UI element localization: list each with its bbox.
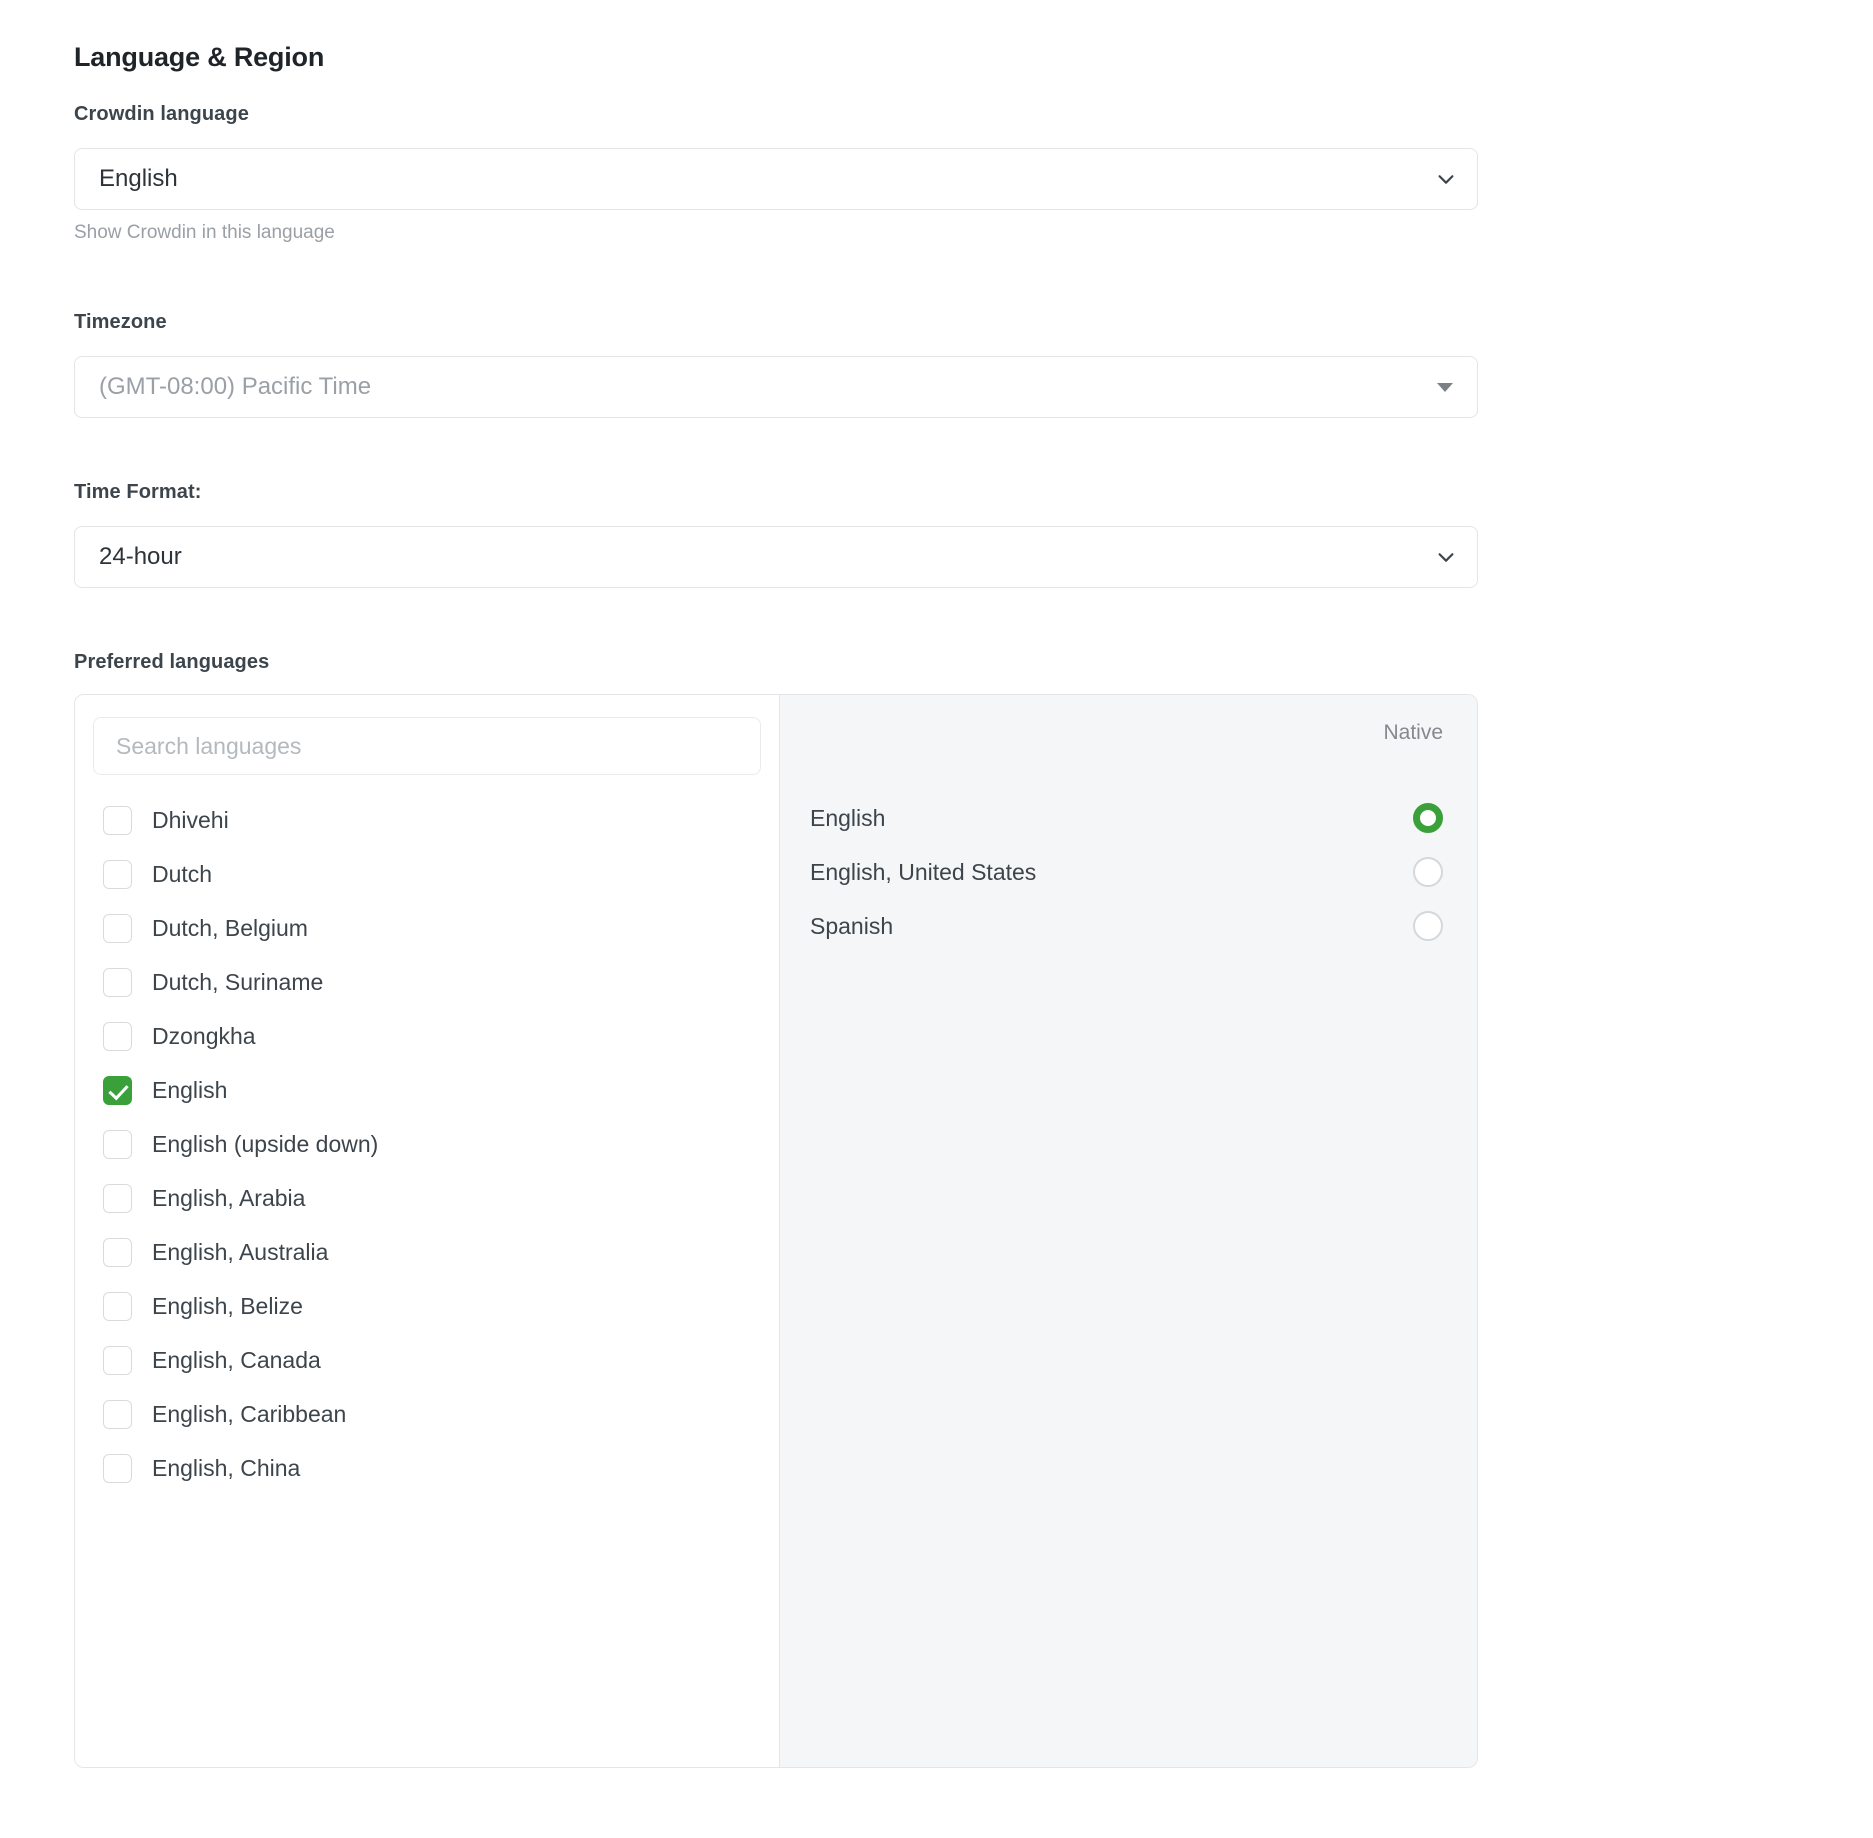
language-name: English (upside down) xyxy=(152,1131,378,1158)
language-checkbox-row[interactable]: Dutch, Belgium xyxy=(103,901,779,955)
language-name: Dzongkha xyxy=(152,1023,256,1050)
checkbox-icon[interactable] xyxy=(103,968,132,997)
radio-selected-icon[interactable] xyxy=(1413,803,1443,833)
time-format-label: Time Format: xyxy=(74,481,202,504)
checkbox-icon[interactable] xyxy=(103,1292,132,1321)
language-name: Dutch, Belgium xyxy=(152,915,308,942)
preferred-languages-picker: Dhivehi Dutch Dutch, Belgium Dutch, Surinam… xyxy=(74,694,1478,1768)
available-languages-panel: Dhivehi Dutch Dutch, Belgium Dutch, Surinam… xyxy=(75,695,779,1767)
language-checkbox-row[interactable]: English (upside down) xyxy=(103,1117,779,1171)
chevron-down-icon xyxy=(1435,546,1457,568)
language-name: Dutch, Suriname xyxy=(152,969,323,996)
radio-icon[interactable] xyxy=(1413,857,1443,887)
selected-language-row[interactable]: Spanish xyxy=(780,899,1477,953)
checkbox-checked-icon[interactable] xyxy=(103,1076,132,1105)
language-name: English, Arabia xyxy=(152,1185,305,1212)
timezone-select[interactable]: (GMT-08:00) Pacific Time xyxy=(74,356,1478,418)
timezone-value: (GMT-08:00) Pacific Time xyxy=(99,373,1437,401)
checkbox-icon[interactable] xyxy=(103,914,132,943)
language-checkbox-row[interactable]: English, Arabia xyxy=(103,1171,779,1225)
checkbox-icon[interactable] xyxy=(103,1238,132,1267)
language-name: English, Belize xyxy=(152,1293,303,1320)
checkbox-icon[interactable] xyxy=(103,1184,132,1213)
language-checkbox-row[interactable]: English, Australia xyxy=(103,1225,779,1279)
crowdin-language-select[interactable]: English xyxy=(74,148,1478,210)
checkbox-icon[interactable] xyxy=(103,860,132,889)
selected-language-row[interactable]: English xyxy=(780,791,1477,845)
crowdin-language-value: English xyxy=(99,165,1435,193)
page-title: Language & Region xyxy=(74,42,324,73)
selected-languages-list: English English, United States Spanish xyxy=(780,695,1477,953)
checkbox-icon[interactable] xyxy=(103,806,132,835)
selected-language-row[interactable]: English, United States xyxy=(780,845,1477,899)
language-name: English, Canada xyxy=(152,1347,321,1374)
available-languages-list: Dhivehi Dutch Dutch, Belgium Dutch, Surinam… xyxy=(75,793,779,1495)
checkbox-icon[interactable] xyxy=(103,1130,132,1159)
caret-down-icon xyxy=(1437,383,1453,392)
radio-icon[interactable] xyxy=(1413,911,1443,941)
chevron-down-icon xyxy=(1435,168,1457,190)
language-region-settings-page: Language & Region Crowdin language Engli… xyxy=(0,0,1873,1838)
language-name: Dutch xyxy=(152,861,212,888)
language-checkbox-row[interactable]: English, Belize xyxy=(103,1279,779,1333)
checkbox-icon[interactable] xyxy=(103,1346,132,1375)
language-name: Dhivehi xyxy=(152,807,229,834)
language-name: English, Australia xyxy=(152,1239,328,1266)
language-checkbox-row[interactable]: Dutch xyxy=(103,847,779,901)
time-format-value: 24-hour xyxy=(99,543,1435,571)
search-wrap xyxy=(75,695,779,775)
language-name: English, Caribbean xyxy=(152,1401,346,1428)
language-checkbox-row[interactable]: Dutch, Suriname xyxy=(103,955,779,1009)
selected-language-name: English, United States xyxy=(810,859,1413,886)
language-checkbox-row[interactable]: Dzongkha xyxy=(103,1009,779,1063)
search-input[interactable] xyxy=(93,717,761,775)
language-name: English, China xyxy=(152,1455,300,1482)
crowdin-language-label: Crowdin language xyxy=(74,103,249,126)
checkbox-icon[interactable] xyxy=(103,1454,132,1483)
language-checkbox-row[interactable]: English xyxy=(103,1063,779,1117)
time-format-select[interactable]: 24-hour xyxy=(74,526,1478,588)
selected-language-name: Spanish xyxy=(810,913,1413,940)
language-name: English xyxy=(152,1077,227,1104)
checkbox-icon[interactable] xyxy=(103,1400,132,1429)
preferred-languages-label: Preferred languages xyxy=(74,651,269,674)
language-checkbox-row[interactable]: English, China xyxy=(103,1441,779,1495)
selected-language-name: English xyxy=(810,805,1413,832)
native-column-header: Native xyxy=(1383,721,1443,745)
timezone-label: Timezone xyxy=(74,311,167,334)
selected-languages-panel: Native English English, United States Span… xyxy=(779,695,1477,1767)
language-checkbox-row[interactable]: English, Canada xyxy=(103,1333,779,1387)
language-checkbox-row[interactable]: English, Caribbean xyxy=(103,1387,779,1441)
language-checkbox-row[interactable]: Dhivehi xyxy=(103,793,779,847)
checkbox-icon[interactable] xyxy=(103,1022,132,1051)
crowdin-language-helper: Show Crowdin in this language xyxy=(74,222,335,244)
